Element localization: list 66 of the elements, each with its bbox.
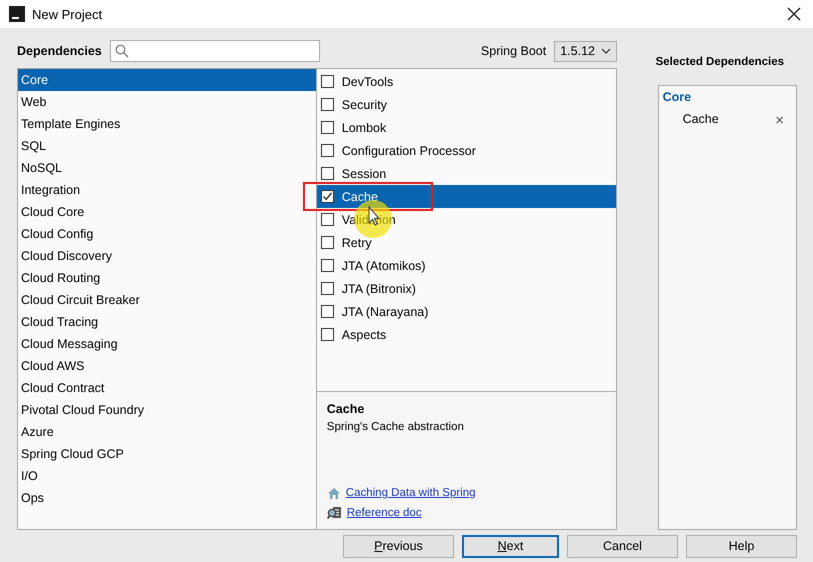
app-logo-icon bbox=[9, 6, 25, 22]
category-item[interactable]: Azure bbox=[18, 421, 316, 443]
category-item[interactable]: Cloud Circuit Breaker bbox=[18, 289, 316, 311]
close-icon[interactable] bbox=[787, 7, 801, 21]
search-icon bbox=[114, 44, 129, 58]
category-item[interactable]: Cloud Routing bbox=[18, 267, 316, 289]
dependency-item[interactable]: JTA (Atomikos) bbox=[316, 254, 616, 277]
doc-link[interactable]: Caching Data with Spring bbox=[346, 487, 476, 499]
dependency-item[interactable]: JTA (Bitronix) bbox=[316, 277, 616, 300]
dialog-button[interactable]: Cancel bbox=[567, 534, 678, 558]
category-item[interactable]: Cloud Tracing bbox=[18, 311, 316, 333]
category-item[interactable]: Cloud Config bbox=[18, 223, 316, 245]
dependency-item[interactable]: Configuration Processor bbox=[316, 139, 616, 162]
dependencies-label: Dependencies bbox=[17, 44, 102, 58]
selected-dependencies-heading: Selected Dependencies bbox=[656, 56, 784, 70]
checkbox[interactable] bbox=[320, 121, 334, 134]
checkbox[interactable] bbox=[320, 75, 334, 88]
dependency-item[interactable]: Session bbox=[316, 162, 616, 185]
group-heading: Core bbox=[662, 90, 692, 106]
category-item[interactable]: Pivotal Cloud Foundry bbox=[18, 399, 316, 421]
category-item[interactable]: I/O bbox=[18, 465, 316, 487]
checkbox[interactable] bbox=[320, 144, 334, 157]
category-item[interactable]: Spring Cloud GCP bbox=[18, 443, 316, 465]
doc-link[interactable]: Reference doc bbox=[346, 507, 422, 519]
dependency-item[interactable]: Aspects bbox=[316, 323, 616, 346]
category-item[interactable]: SQL bbox=[18, 135, 316, 157]
checkbox[interactable] bbox=[320, 213, 334, 226]
checkbox[interactable] bbox=[320, 236, 334, 249]
detail-description: Spring's Cache abstraction bbox=[326, 421, 465, 433]
dependency-item[interactable]: Security bbox=[316, 93, 616, 116]
spring-boot-label: Spring Boot bbox=[480, 44, 546, 58]
dependency-item[interactable]: Retry bbox=[316, 231, 616, 254]
dialog-button[interactable]: Help bbox=[686, 534, 797, 558]
chevron-down-icon bbox=[601, 48, 611, 54]
dependency-item[interactable]: Cache bbox=[316, 185, 616, 208]
window-title: New Project bbox=[32, 6, 104, 22]
dialog-button[interactable]: Previous bbox=[343, 534, 454, 558]
category-item[interactable]: Cloud Contract bbox=[18, 377, 316, 399]
checkbox[interactable] bbox=[320, 328, 334, 341]
category-item[interactable]: Ops bbox=[18, 487, 316, 509]
category-item[interactable]: Web bbox=[18, 91, 316, 113]
search-field[interactable] bbox=[110, 40, 320, 62]
remove-button[interactable]: × bbox=[775, 112, 784, 132]
selected-item: Cache bbox=[682, 112, 719, 128]
home-icon bbox=[326, 486, 341, 500]
dialog-button[interactable]: Next bbox=[462, 534, 559, 558]
version-dropdown[interactable]: 1.5.12 bbox=[554, 40, 617, 62]
checkbox[interactable] bbox=[320, 305, 334, 318]
document-search-icon bbox=[326, 506, 342, 520]
category-item[interactable]: Template Engines bbox=[18, 113, 316, 135]
category-item[interactable]: Core bbox=[18, 69, 316, 91]
checkbox[interactable] bbox=[320, 259, 334, 272]
category-item[interactable]: Cloud Messaging bbox=[18, 333, 316, 355]
category-item[interactable]: Cloud Discovery bbox=[18, 245, 316, 267]
checkbox[interactable] bbox=[320, 282, 334, 295]
dependency-item[interactable]: JTA (Narayana) bbox=[316, 300, 616, 323]
detail-title: Cache bbox=[326, 402, 366, 416]
dependency-item[interactable]: DevTools bbox=[316, 70, 616, 93]
category-item[interactable]: Integration bbox=[18, 179, 316, 201]
dependency-item[interactable]: Lombok bbox=[316, 116, 616, 139]
checkbox[interactable] bbox=[320, 98, 334, 111]
checkbox[interactable] bbox=[320, 167, 334, 180]
category-item[interactable]: Cloud AWS bbox=[18, 355, 316, 377]
category-item[interactable]: NoSQL bbox=[18, 157, 316, 179]
category-item[interactable]: Cloud Core bbox=[18, 201, 316, 223]
checkbox[interactable] bbox=[320, 190, 334, 203]
